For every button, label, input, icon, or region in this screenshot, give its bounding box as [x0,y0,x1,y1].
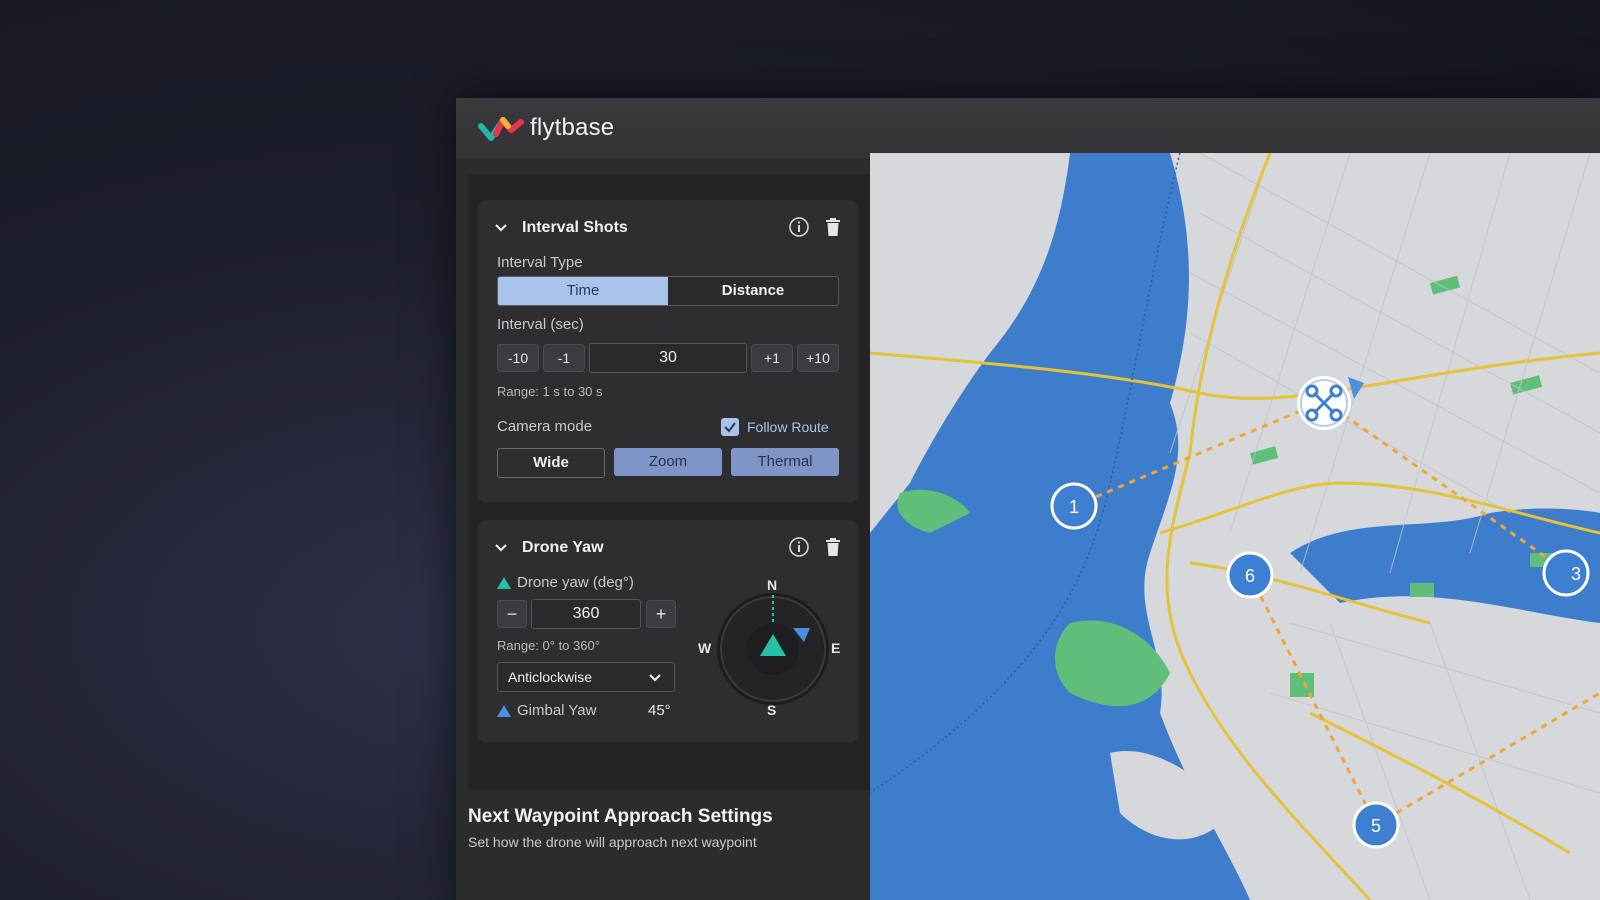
svg-text:5: 5 [1371,816,1381,836]
follow-route-label: Follow Route [747,419,829,435]
chevron-down-icon[interactable] [494,221,508,235]
gimbal-heading-triangle-icon [497,704,511,717]
chevron-down-icon [649,674,661,682]
waypoint-5: 5 [1352,801,1400,849]
interval-sec-label: Interval (sec) [497,316,584,333]
gimbal-yaw-row: Gimbal Yaw [497,702,596,719]
settings-panel: Interval Shots Interval Type Time Distan… [456,158,888,900]
yaw-increment-button[interactable]: + [646,600,676,628]
yaw-compass[interactable]: N S E W [698,574,848,724]
interval-type-time[interactable]: Time [498,277,668,305]
compass-south: S [767,702,777,718]
interval-shots-header[interactable]: Interval Shots [494,216,842,240]
gimbal-yaw-label: Gimbal Yaw [517,702,597,719]
drone-yaw-card: Drone Yaw Drone yaw (deg°) − 360 + Range… [478,520,858,742]
drone-yaw-label-row: Drone yaw (deg°) [497,574,634,591]
compass-north: N [767,577,778,593]
drone-yaw-input[interactable]: 360 [531,599,641,629]
camera-mode-label: Camera mode [497,418,593,435]
logo[interactable]: flytbase [478,112,614,144]
yaw-decrement-button[interactable]: − [497,600,527,628]
drone-yaw-header[interactable]: Drone Yaw [494,536,842,560]
compass-east: E [831,640,841,656]
info-icon[interactable] [788,216,810,238]
yaw-range-text: Range: 0° to 360° [497,638,600,653]
gimbal-yaw-value: 45° [648,702,671,719]
drone-heading-triangle-icon [497,576,511,589]
trash-icon[interactable] [824,537,842,557]
interval-type-distance[interactable]: Distance [668,277,838,305]
waypoint-6: 6 [1226,551,1274,599]
svg-text:3: 3 [1571,564,1581,584]
rotation-direction-value: Anticlockwise [508,669,593,685]
waypoint-3: 3 [1542,549,1590,597]
increment-10-button[interactable]: +10 [797,344,839,372]
next-waypoint-title: Next Waypoint Approach Settings [468,806,773,827]
follow-route-checkbox[interactable]: Follow Route [721,418,829,436]
app-window: flytbase Interval Shots Interval Type Ti… [456,98,1600,900]
camera-mode-thermal[interactable]: Thermal [731,448,839,476]
flytbase-logo-icon [478,117,524,141]
checkbox-checked-icon [721,418,739,436]
trash-icon[interactable] [824,217,842,237]
interval-shots-title: Interval Shots [522,219,628,236]
drone-yaw-title: Drone Yaw [522,539,604,556]
interval-type-toggle: Time Distance [497,276,839,306]
info-icon[interactable] [788,536,810,558]
next-waypoint-subtitle: Set how the drone will approach next way… [468,834,757,850]
compass-west: W [698,640,712,656]
camera-mode-zoom[interactable]: Zoom [614,448,722,476]
brand-name: flytbase [530,114,615,141]
camera-mode-wide[interactable]: Wide [497,448,605,478]
decrement-1-button[interactable]: -1 [543,344,585,372]
map-canvas: 1 6 5 3 [870,153,1600,900]
interval-input[interactable]: 30 [589,343,747,373]
mission-map[interactable]: 1 6 5 3 [870,153,1600,900]
interval-type-label: Interval Type [497,254,583,271]
svg-text:6: 6 [1245,566,1255,586]
drone-yaw-label: Drone yaw (deg°) [517,574,634,591]
increment-1-button[interactable]: +1 [751,344,793,372]
svg-text:1: 1 [1069,497,1079,517]
interval-shots-card: Interval Shots Interval Type Time Distan… [478,200,858,502]
chevron-down-icon[interactable] [494,541,508,555]
rotation-direction-select[interactable]: Anticlockwise [497,662,675,692]
top-bar: flytbase [456,98,1600,159]
interval-range-text: Range: 1 s to 30 s [497,384,603,399]
waypoint-1: 1 [1050,482,1098,530]
action-list: Interval Shots Interval Type Time Distan… [468,174,876,790]
decrement-10-button[interactable]: -10 [497,344,539,372]
